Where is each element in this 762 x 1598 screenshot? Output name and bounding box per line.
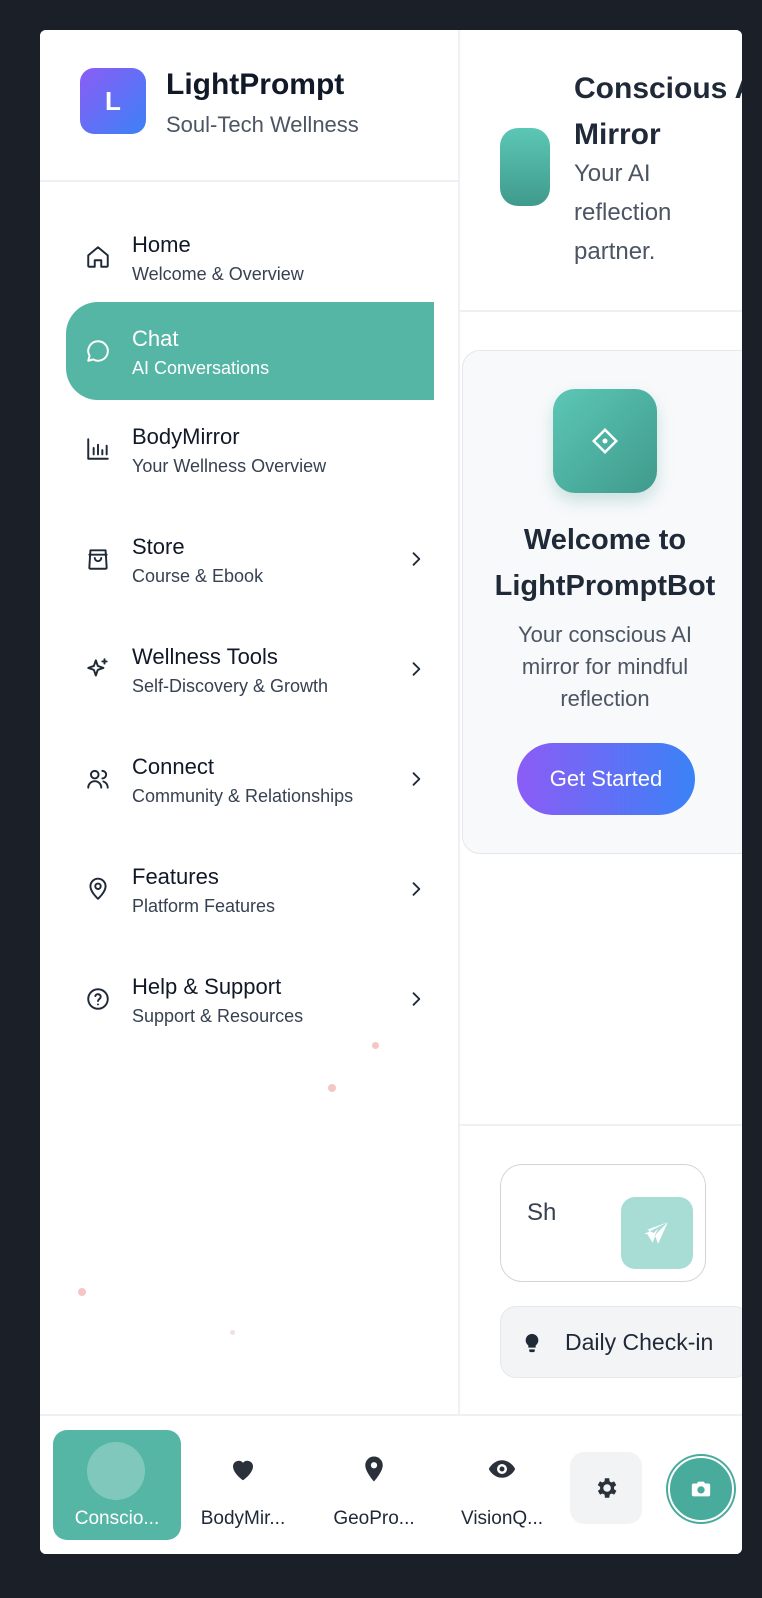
daily-checkin-button[interactable]: Daily Check-in <box>500 1306 742 1378</box>
sidebar-item-title: Chat <box>132 326 179 351</box>
sidebar-item-title: Connect <box>132 754 214 779</box>
sidebar-item-subtitle: Support & Resources <box>132 1006 304 1026</box>
chat-bubble-icon <box>84 337 112 365</box>
decorative-dot <box>78 1288 86 1296</box>
users-icon <box>84 765 112 793</box>
sidebar-item-help-support[interactable]: Help & Support Support & Resources <box>66 950 430 1048</box>
sidebar-item-title: Store <box>132 534 185 559</box>
brand-logo[interactable]: L <box>80 68 146 134</box>
decorative-dot <box>230 1330 235 1335</box>
diamond-icon <box>553 389 657 493</box>
bottom-nav: Conscio... BodyMir... GeoPro... VisionQ.… <box>40 1414 742 1554</box>
page-title: Conscious AI Mirror <box>574 72 742 151</box>
camera-icon <box>691 1481 711 1497</box>
welcome-text: Your conscious AI mirror for mindful ref… <box>517 622 693 711</box>
sidebar-item-subtitle: Course & Ebook <box>132 566 264 586</box>
tab-label: VisionQ... <box>460 1508 544 1529</box>
sidebar-item-subtitle: Platform Features <box>132 896 276 916</box>
shopping-bag-icon <box>84 545 112 573</box>
composer-area: Sh Daily Check-in <box>460 1124 742 1414</box>
sidebar-item-chat[interactable]: Chat AI Conversations <box>66 302 434 400</box>
camera-button[interactable] <box>668 1456 734 1522</box>
sidebar-item-title: Wellness Tools <box>132 644 278 669</box>
mirror-avatar <box>500 128 550 206</box>
decorative-dot <box>372 1042 379 1049</box>
chevron-right-icon[interactable] <box>406 549 426 569</box>
sidebar-item-subtitle: Your Wellness Overview <box>132 456 327 476</box>
app-window: L LightPrompt Soul-Tech Wellness Home We… <box>40 30 742 1554</box>
sidebar-item-connect[interactable]: Connect Community & Relationships <box>66 730 430 828</box>
map-marker-icon <box>357 1452 391 1486</box>
settings-button[interactable] <box>570 1452 642 1524</box>
tab-conscious[interactable]: Conscio... <box>53 1430 181 1540</box>
send-button[interactable] <box>621 1197 693 1269</box>
help-circle-icon <box>84 985 112 1013</box>
sidebar-item-store[interactable]: Store Course & Ebook <box>66 510 430 608</box>
tab-bodymirror[interactable]: BodyMir... <box>179 1430 307 1540</box>
welcome-title: Welcome to LightPromptBot <box>494 524 716 602</box>
tab-visionquest[interactable]: VisionQ... <box>438 1430 566 1540</box>
chat-header: Conscious AI Mirror Your AI reflection p… <box>460 30 742 312</box>
message-input[interactable]: Sh <box>527 1193 557 1232</box>
sidebar-item-features[interactable]: Features Platform Features <box>66 840 430 938</box>
brand-name: LightPrompt <box>166 68 345 101</box>
map-pin-icon <box>84 875 112 903</box>
brand-header: L LightPrompt Soul-Tech Wellness <box>40 30 458 182</box>
avatar <box>87 1442 145 1500</box>
tab-label: BodyMir... <box>200 1508 286 1529</box>
eye-icon <box>485 1452 519 1486</box>
chevron-right-icon[interactable] <box>406 989 426 1009</box>
get-started-button[interactable]: Get Started <box>517 743 695 815</box>
heart-icon <box>226 1452 260 1486</box>
home-icon <box>84 243 112 271</box>
decorative-dot <box>328 1084 336 1092</box>
sidebar: L LightPrompt Soul-Tech Wellness Home We… <box>40 30 460 1414</box>
tab-label: Conscio... <box>74 1508 160 1529</box>
sidebar-item-title: Help & Support <box>132 974 282 999</box>
sidebar-item-subtitle: AI Conversations <box>132 358 270 378</box>
daily-checkin-label: Daily Check-in <box>565 1329 714 1355</box>
sidebar-item-subtitle: Welcome & Overview <box>132 264 304 284</box>
sidebar-item-wellness-tools[interactable]: Wellness Tools Self-Discovery & Growth <box>66 620 430 718</box>
sidebar-item-subtitle: Self-Discovery & Growth <box>132 676 329 696</box>
chat-panel: Conscious AI Mirror Your AI reflection p… <box>460 30 742 1414</box>
sidebar-item-subtitle: Community & Relationships <box>132 786 354 806</box>
brand-tagline: Soul-Tech Wellness <box>166 112 359 137</box>
bar-chart-icon <box>84 435 112 463</box>
lightbulb-icon <box>521 1331 543 1355</box>
sparkles-icon <box>84 655 112 683</box>
chevron-right-icon[interactable] <box>406 879 426 899</box>
tab-label: GeoPro... <box>333 1508 415 1529</box>
message-composer: Sh <box>500 1164 706 1282</box>
sidebar-item-title: Features <box>132 864 219 889</box>
sidebar-item-bodymirror[interactable]: BodyMirror Your Wellness Overview <box>66 400 430 498</box>
page-subtitle: Your AI reflection partner. <box>574 160 672 265</box>
sidebar-item-title: BodyMirror <box>132 424 240 449</box>
chevron-right-icon[interactable] <box>406 659 426 679</box>
sidebar-item-title: Home <box>132 232 191 257</box>
send-icon <box>644 1222 668 1244</box>
gear-icon <box>597 1478 617 1498</box>
sidebar-item-home[interactable]: Home Welcome & Overview <box>66 208 430 306</box>
tab-geoprompt[interactable]: GeoPro... <box>310 1430 438 1540</box>
welcome-card: Welcome to LightPromptBot Your conscious… <box>462 350 742 854</box>
chevron-right-icon[interactable] <box>406 769 426 789</box>
